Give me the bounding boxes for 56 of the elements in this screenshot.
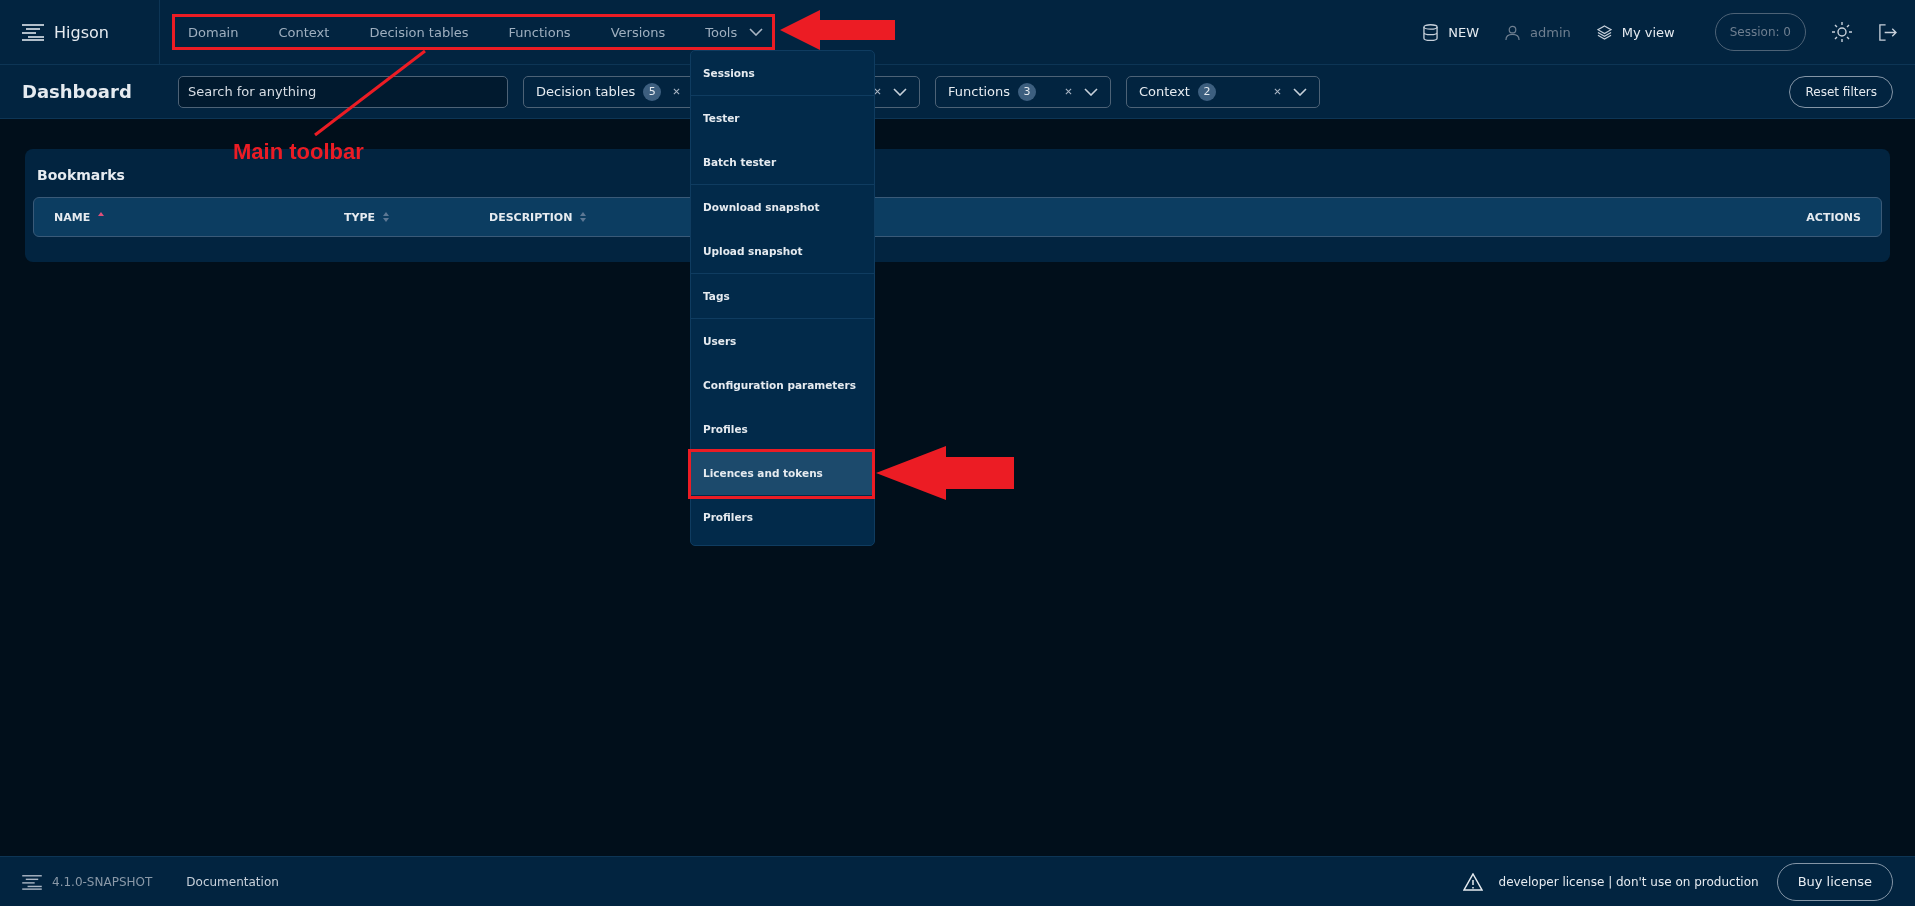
nav-link[interactable]: Functions: [488, 24, 591, 40]
menu-item[interactable]: Sessions: [691, 51, 874, 95]
page-title: Dashboard: [22, 81, 133, 102]
chevron-icon[interactable]: [1084, 87, 1098, 96]
my-view-link[interactable]: My view: [1596, 24, 1675, 40]
count-badge: 5: [643, 82, 662, 101]
nav-link[interactable]: Versions: [590, 24, 686, 40]
clear-icon[interactable]: [673, 88, 680, 95]
logo-icon: [22, 23, 44, 41]
menu-item[interactable]: Licences and tokens: [691, 451, 874, 495]
warning-icon: [1462, 872, 1483, 891]
filter-dropdown[interactable]: Functions 3: [935, 75, 1111, 108]
column-header[interactable]: NAME: [54, 210, 91, 224]
chevron-icon[interactable]: [893, 87, 907, 96]
user-icon: [1505, 24, 1520, 40]
menu-item[interactable]: Tags: [691, 274, 874, 318]
documentation-link[interactable]: Documentation: [186, 874, 279, 889]
layers-icon: [1596, 24, 1612, 40]
nav-link[interactable]: Domain: [188, 24, 259, 40]
menu-item[interactable]: Profilers: [691, 495, 874, 539]
menu-item[interactable]: Batch tester: [691, 140, 874, 184]
column-header[interactable]: DESCRIPTION: [489, 210, 573, 224]
menu-item[interactable]: Profiles: [691, 407, 874, 451]
chevron-icon: [749, 28, 764, 36]
clear-icon[interactable]: [1065, 88, 1072, 95]
card-title: Bookmarks: [37, 167, 125, 183]
menu-item[interactable]: Upload snapshot: [691, 229, 874, 273]
column-header: ACTIONS: [1806, 210, 1861, 224]
version-label: 4.1.0-SNAPSHOT: [52, 874, 153, 889]
sun-icon[interactable]: [1832, 22, 1852, 42]
column-header[interactable]: TYPE: [344, 210, 376, 224]
filter-label: Decision tables: [536, 84, 636, 99]
count-badge: 3: [1018, 82, 1037, 101]
user-name: admin: [1530, 24, 1571, 40]
database-icon: [1423, 23, 1439, 41]
logo-icon: [22, 873, 42, 890]
clear-icon[interactable]: [1274, 88, 1281, 95]
sort-icon[interactable]: [580, 212, 587, 222]
filter-label: Context: [1139, 84, 1190, 99]
chevron-icon[interactable]: [1293, 87, 1307, 96]
filter-label: Functions: [948, 84, 1011, 99]
menu-item[interactable]: Download snapshot: [691, 185, 874, 229]
sort-icon[interactable]: [383, 212, 390, 222]
count-badge: 2: [1197, 82, 1216, 101]
nav-link[interactable]: Decision tables: [349, 24, 489, 40]
filter-dropdown[interactable]: Context 2: [1126, 75, 1320, 108]
nav-menu[interactable]: Tools: [685, 24, 784, 40]
nav-link[interactable]: Context: [258, 24, 350, 40]
license-notice: developer license | don't use on production: [1498, 874, 1759, 889]
logout-icon[interactable]: [1878, 22, 1897, 42]
menu-item[interactable]: Configuration parameters: [691, 363, 874, 407]
app-name: Higson: [54, 22, 109, 42]
menu-item[interactable]: Users: [691, 319, 874, 363]
annotation-label: Main toolbar: [233, 139, 364, 165]
search-field[interactable]: Search for anything: [178, 75, 508, 108]
version-tag: NEW: [1448, 24, 1479, 40]
